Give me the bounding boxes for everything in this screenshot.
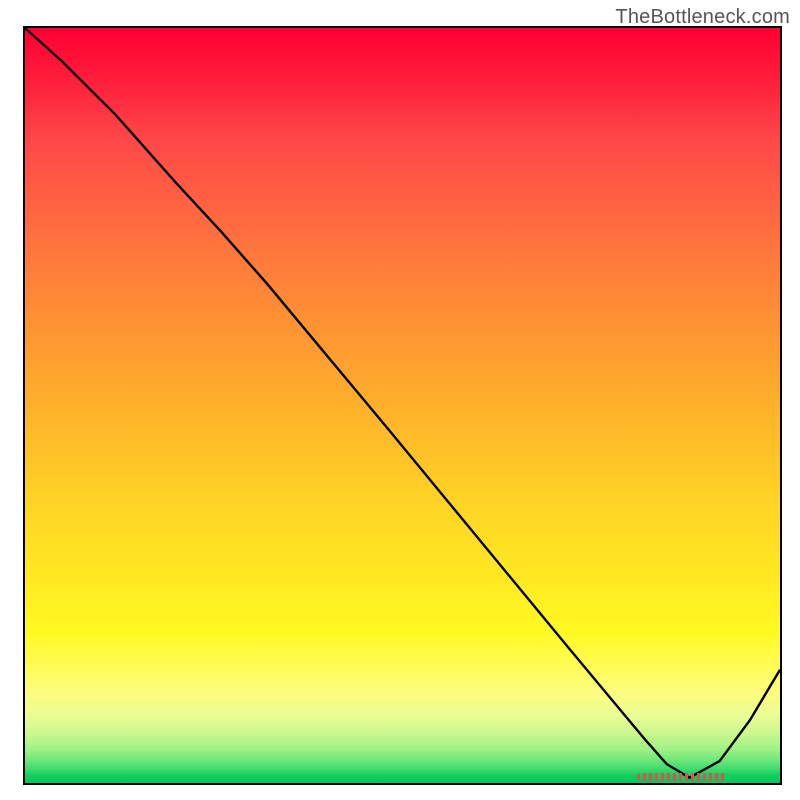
bottleneck-curve [25,28,780,783]
attribution-text: TheBottleneck.com [615,6,790,29]
curve-path [25,28,780,778]
optimal-range-marker [637,773,728,781]
bottleneck-chart-area [25,28,780,783]
